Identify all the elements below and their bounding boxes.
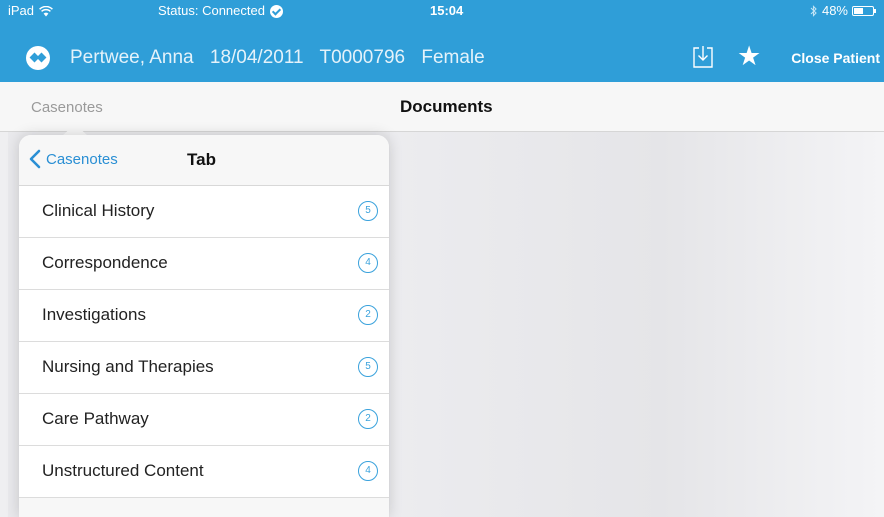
chevron-left-icon bbox=[29, 149, 41, 169]
list-item-label: Care Pathway bbox=[42, 409, 149, 428]
navigation-bar: Casenotes Documents bbox=[0, 82, 884, 132]
patient-id: T0000796 bbox=[319, 47, 406, 68]
casenotes-nav-button[interactable]: Casenotes bbox=[31, 99, 103, 116]
page-title: Documents bbox=[400, 97, 493, 116]
status-bar-left: iPad bbox=[8, 3, 53, 19]
battery-percent: 48% bbox=[821, 3, 848, 18]
popover-title: Tab bbox=[187, 150, 216, 169]
count-badge: 5 bbox=[358, 201, 378, 221]
list-item-nursing-and-therapies[interactable]: Nursing and Therapies 5 bbox=[19, 342, 389, 394]
count-badge: 2 bbox=[358, 305, 378, 325]
count-badge: 5 bbox=[358, 357, 378, 377]
back-button-label: Casenotes bbox=[46, 150, 118, 168]
list-item-label: Correspondence bbox=[42, 253, 168, 272]
download-icon[interactable] bbox=[692, 45, 714, 69]
casenotes-popover: Casenotes Tab Clinical History 5 Corresp… bbox=[19, 135, 389, 517]
top-bar: iPad Status: Connected 15:04 48% Pertwee… bbox=[0, 0, 884, 82]
list-item-label: Nursing and Therapies bbox=[42, 357, 214, 376]
list-item-investigations[interactable]: Investigations 2 bbox=[19, 290, 389, 342]
patient-banner: Pertwee, Anna 18/04/2011 T0000796 Female… bbox=[0, 28, 884, 82]
popover-header: Casenotes Tab bbox=[19, 135, 389, 186]
close-patient-button[interactable]: Close Patient bbox=[791, 50, 880, 66]
wifi-icon bbox=[39, 5, 53, 16]
list-item-care-pathway[interactable]: Care Pathway 2 bbox=[19, 394, 389, 446]
count-badge: 4 bbox=[358, 461, 378, 481]
connection-status: Status: Connected bbox=[158, 3, 283, 19]
patient-gender: Female bbox=[421, 47, 485, 68]
app-logo-icon[interactable] bbox=[26, 46, 50, 70]
list-item-clinical-history[interactable]: Clinical History 5 bbox=[19, 186, 389, 238]
list-item-correspondence[interactable]: Correspondence 4 bbox=[19, 238, 389, 290]
patient-details: Pertwee, Anna 18/04/2011 T0000796 Female bbox=[70, 47, 496, 69]
document-content-area bbox=[390, 132, 884, 517]
bluetooth-icon bbox=[810, 5, 817, 17]
battery-fill bbox=[854, 8, 863, 14]
patient-dob: 18/04/2011 bbox=[209, 47, 304, 68]
list-item-label: Investigations bbox=[42, 305, 146, 324]
status-bar-right: 48% bbox=[810, 3, 876, 19]
count-badge: 4 bbox=[358, 253, 378, 273]
count-badge: 2 bbox=[358, 409, 378, 429]
patient-name: Pertwee, Anna bbox=[70, 47, 194, 68]
left-edge bbox=[0, 132, 8, 517]
connection-status-text: Status: Connected bbox=[158, 3, 265, 18]
star-icon[interactable]: ★ bbox=[737, 41, 761, 71]
device-label: iPad bbox=[8, 3, 35, 18]
list-item-label: Unstructured Content bbox=[42, 461, 204, 480]
list-item-unstructured-content[interactable]: Unstructured Content 4 bbox=[19, 446, 389, 498]
clock: 15:04 bbox=[430, 3, 464, 18]
back-button[interactable]: Casenotes bbox=[29, 149, 118, 169]
list-item-label: Clinical History bbox=[42, 201, 155, 220]
tab-list: Clinical History 5 Correspondence 4 Inve… bbox=[19, 186, 389, 498]
battery-icon bbox=[852, 6, 876, 16]
check-circle-icon bbox=[269, 4, 283, 18]
